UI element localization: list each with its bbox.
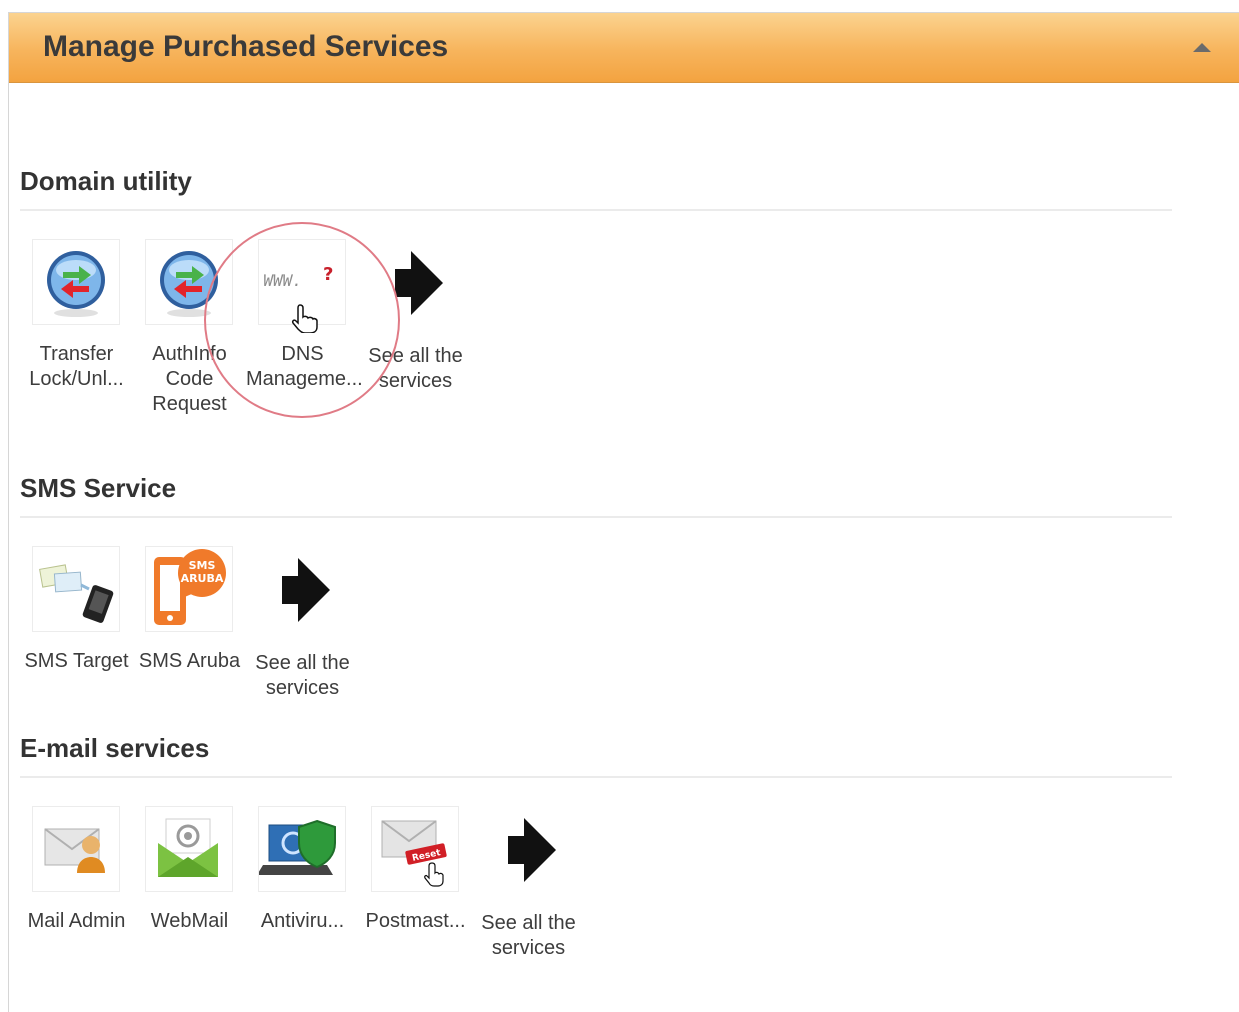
service-label: Transfer Lock/Unl... — [29, 343, 124, 390]
service-transfer-lock[interactable]: Transfer Lock/Unl... — [20, 239, 133, 392]
section-title-domain-utility: Domain utility — [20, 166, 192, 196]
service-label: SMS Aruba — [138, 650, 241, 672]
service-postmaster[interactable]: Reset Postmast... — [359, 806, 472, 934]
see-all-label: See all the services — [481, 912, 576, 959]
see-all-label: See all the services — [368, 345, 463, 392]
sms-envelopes-phone-icon — [32, 546, 120, 632]
arrow-right-icon — [484, 808, 572, 894]
antivirus-shield-icon — [258, 806, 346, 892]
transfer-arrows-icon — [32, 239, 120, 325]
service-webmail[interactable]: WebMail — [133, 806, 246, 934]
see-all-domain-services[interactable]: See all the services — [359, 241, 472, 394]
arrow-right-icon — [258, 548, 346, 634]
panel-title: Manage Purchased Services — [43, 30, 449, 63]
service-label: SMS Target — [24, 650, 129, 672]
authinfo-arrows-icon — [145, 239, 233, 325]
service-mail-admin[interactable]: Mail Admin — [20, 806, 133, 934]
service-antivirus[interactable]: Antiviru... — [246, 806, 359, 934]
service-label: Postmast... — [365, 910, 466, 932]
see-all-sms-services[interactable]: See all the services — [246, 548, 359, 701]
see-all-email-services[interactable]: See all the services — [472, 808, 585, 961]
section-divider — [20, 776, 1172, 778]
webmail-envelope-icon — [145, 806, 233, 892]
see-all-label: See all the services — [255, 652, 350, 699]
hand-cursor-icon — [291, 303, 319, 338]
section-title-sms-service: SMS Service — [20, 473, 177, 503]
sms-badge-line1: SMS — [189, 559, 216, 572]
postmaster-reset-icon: Reset — [371, 806, 459, 892]
service-label: AuthInfo Code Request — [152, 343, 227, 415]
service-label: Antiviru... — [260, 910, 345, 932]
sms-aruba-phone-icon: SMS ARUBA — [145, 546, 233, 632]
mail-admin-icon — [32, 806, 120, 892]
service-sms-target[interactable]: SMS Target — [20, 546, 133, 674]
service-authinfo-code-request[interactable]: AuthInfo Code Request — [133, 239, 246, 417]
panel-header[interactable]: Manage Purchased Services — [9, 13, 1239, 83]
www-text: WWW. — [262, 271, 303, 290]
service-label: WebMail — [150, 910, 229, 932]
section-divider — [20, 516, 1172, 518]
service-label: Mail Admin — [27, 910, 126, 932]
service-sms-aruba[interactable]: SMS ARUBA SMS Aruba — [133, 546, 246, 674]
collapse-icon[interactable] — [1193, 43, 1211, 52]
service-label: DNS Manageme... — [246, 343, 363, 390]
arrow-right-icon — [371, 241, 459, 327]
section-divider — [20, 209, 1172, 211]
section-title-email-services: E-mail services — [20, 733, 210, 763]
sms-badge-line2: ARUBA — [181, 572, 224, 585]
question-mark-text: ? — [323, 264, 333, 285]
